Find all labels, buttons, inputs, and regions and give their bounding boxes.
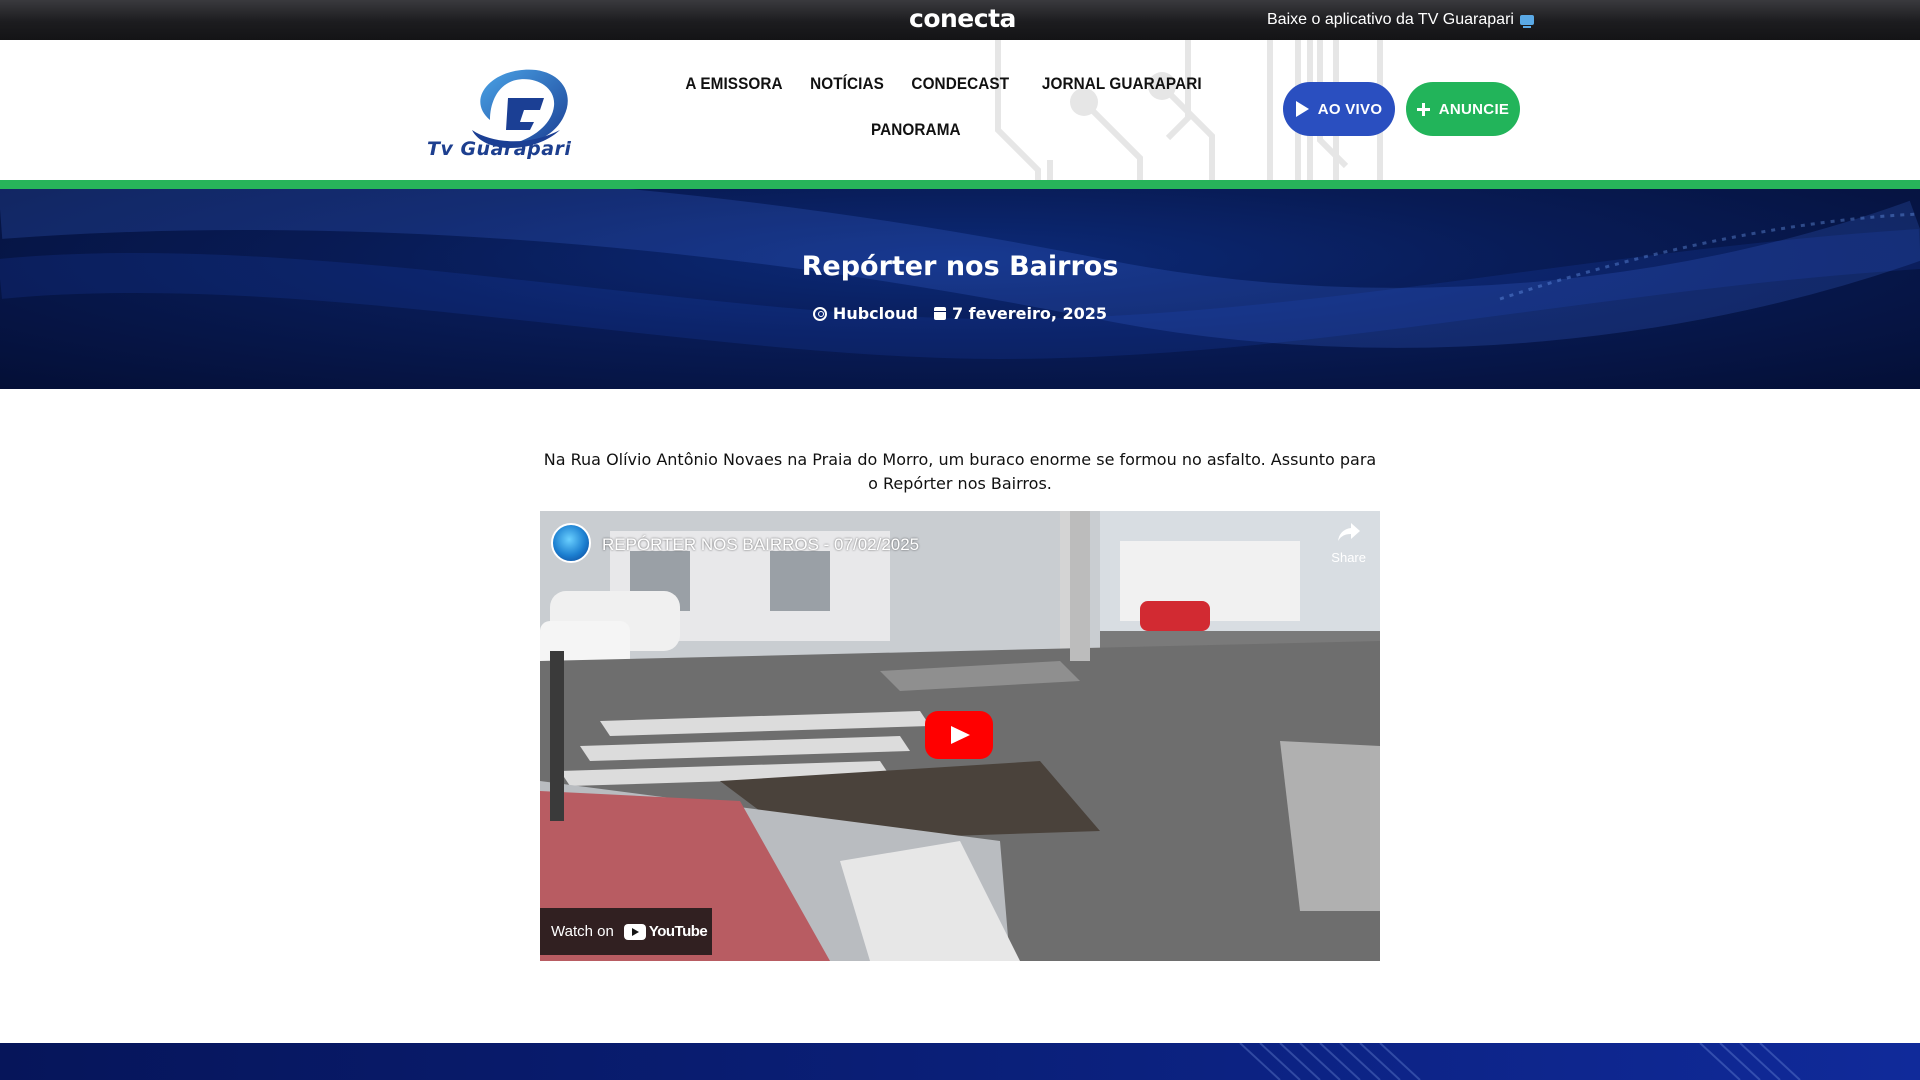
nav-panorama[interactable]: PANORAMA xyxy=(871,120,961,140)
footer-band xyxy=(0,1043,1920,1080)
hero-banner: Repórter nos Bairros Hubcloud 7 fevereir… xyxy=(0,189,1920,389)
nav-noticias[interactable]: NOTÍCIAS xyxy=(810,74,884,94)
post-author[interactable]: Hubcloud xyxy=(812,304,918,323)
play-button-icon[interactable] xyxy=(925,711,993,759)
top-bar: conecta Baixe o aplicativo da TV Guarapa… xyxy=(0,0,1920,40)
channel-avatar[interactable] xyxy=(551,523,591,563)
post-meta: Hubcloud 7 fevereiro, 2025 xyxy=(0,304,1920,323)
hero-wave-decoration xyxy=(0,189,1920,360)
share-button[interactable]: Share xyxy=(1331,523,1366,565)
share-icon xyxy=(1337,523,1360,541)
footer-stripes-decoration xyxy=(1239,1043,1801,1080)
tv-icon xyxy=(1519,15,1534,28)
live-button-label: AO VIVO xyxy=(1317,100,1383,118)
advertise-button-label: ANUNCIE xyxy=(1438,100,1510,118)
live-button[interactable]: AO VIVO xyxy=(1283,82,1395,136)
play-icon xyxy=(1295,101,1309,117)
post-date-text: 7 fevereiro, 2025 xyxy=(951,304,1108,323)
nav-a-emissora[interactable]: A EMISSORA xyxy=(685,74,782,94)
conecta-logo[interactable]: conecta xyxy=(909,4,1016,33)
advertise-button[interactable]: ANUNCIE xyxy=(1406,82,1520,136)
watch-on-label: Watch on xyxy=(551,923,614,940)
post-author-name: Hubcloud xyxy=(832,304,918,323)
logo-text: Tv Guarapari xyxy=(427,138,572,160)
app-download-label: Baixe o aplicativo da TV Guarapari xyxy=(1267,11,1514,28)
nav-jornal-guarapari[interactable]: JORNAL GUARAPARI xyxy=(1042,74,1202,94)
nav-condecast[interactable]: CONDECAST xyxy=(912,74,1010,94)
plus-icon xyxy=(1416,102,1430,116)
share-label: Share xyxy=(1331,550,1366,565)
youtube-icon xyxy=(623,923,646,940)
article-paragraph: Na Rua Olívio Antônio Novaes na Praia do… xyxy=(543,450,1377,493)
calendar-icon xyxy=(933,307,946,320)
header-divider xyxy=(0,180,1920,189)
youtube-logo-text: YouTube xyxy=(648,923,708,940)
app-download-link[interactable]: Baixe o aplicativo da TV Guarapari xyxy=(1267,11,1534,29)
video-title[interactable]: REPÓRTER NOS BAIRROS - 07/02/2025 xyxy=(602,535,919,555)
user-icon xyxy=(812,306,827,321)
site-header: Tv Guarapari A EMISSORA NOTÍCIAS CONDECA… xyxy=(0,40,1920,180)
youtube-embed[interactable]: REPÓRTER NOS BAIRROS - 07/02/2025 Share … xyxy=(540,511,1380,961)
page-title: Repórter nos Bairros xyxy=(801,251,1119,282)
watch-on-youtube-button[interactable]: Watch on YouTube xyxy=(540,908,712,955)
youtube-logo: YouTube xyxy=(623,923,708,940)
post-date: 7 fevereiro, 2025 xyxy=(933,304,1108,323)
